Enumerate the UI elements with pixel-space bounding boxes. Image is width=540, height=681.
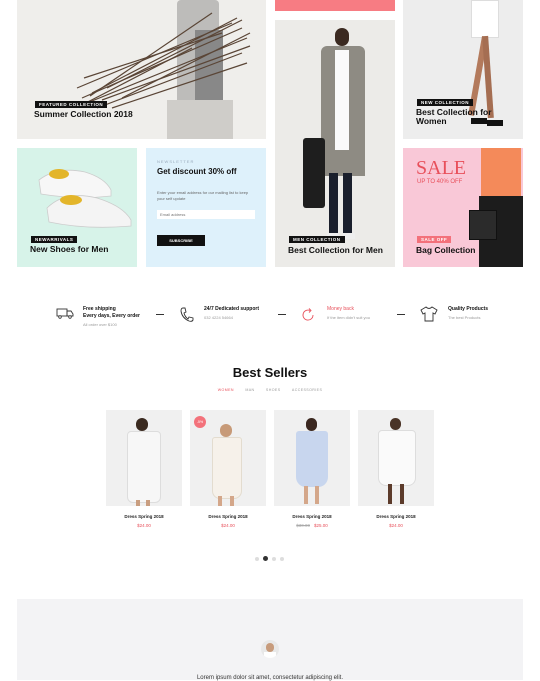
feature-quality-sub: The best Products — [448, 314, 481, 320]
feature-quality: Quality Products The best Products — [420, 304, 510, 330]
newsletter-tile: Newsletter Get discount 30% off Enter yo… — [146, 148, 266, 267]
truck-icon — [56, 308, 74, 319]
refresh-icon — [302, 308, 314, 321]
product-card[interactable]: Dress Spring 2018 $24.00 — [106, 410, 182, 536]
product-image[interactable] — [358, 410, 434, 506]
feature-money-back: Money back If the item didn't suit you — [300, 304, 390, 330]
new-arrivals-title[interactable]: New Shoes for Men — [30, 244, 108, 254]
product-name[interactable]: Dress Spring 2018 — [274, 514, 350, 519]
avatar — [261, 640, 279, 658]
featured-title[interactable]: Summer Collection 2018 — [34, 109, 133, 119]
women-collection-tile[interactable]: New Collection Best Collection for Women — [403, 0, 523, 139]
product-price: $24.00 — [389, 523, 403, 528]
product-image[interactable] — [274, 410, 350, 506]
feature-separator — [156, 314, 164, 315]
feature-separator — [397, 314, 405, 315]
product-image[interactable] — [106, 410, 182, 506]
tab-accessories[interactable]: ACCESSORIES — [292, 388, 322, 392]
subscribe-button[interactable]: Subscribe — [157, 235, 205, 246]
testimonial-text: Lorem ipsum dolor sit amet, consectetur … — [196, 675, 344, 681]
new-arrivals-badge: Newarrivals — [31, 236, 78, 243]
feature-support-title: 24/7 Dedicated support — [204, 306, 260, 312]
men-title[interactable]: Best Collection for Men — [288, 245, 383, 255]
bestsellers-tabs: WOMEN MAN SHOES ACCESSORIES — [0, 388, 540, 392]
featured-badge: Featured Collection — [35, 101, 108, 108]
discount-badge: -5% — [194, 416, 206, 428]
feature-shipping: Free shipping Every days, Every order Al… — [56, 304, 146, 330]
carousel-dots — [255, 556, 287, 562]
product-card[interactable]: Dress Spring 2018 $30.00 $25.00 — [274, 410, 350, 536]
product-name[interactable]: Dress Spring 2018 — [190, 514, 266, 519]
product-price: $24.00 — [221, 523, 235, 528]
feature-shipping-sub: All order over $100 — [83, 321, 117, 327]
feature-money-back-title: Money back — [327, 306, 354, 312]
sneakers-image — [38, 169, 132, 228]
sale-heading: SALE — [416, 157, 466, 179]
bag-title[interactable]: Bag Collection — [416, 245, 476, 255]
product-name[interactable]: Dress Spring 2018 — [106, 514, 182, 519]
product-card[interactable]: Dress Spring 2018 $24.00 — [358, 410, 434, 536]
carousel-dot[interactable] — [255, 557, 259, 561]
branches-image — [76, 12, 251, 109]
newsletter-kicker: Newsletter — [157, 159, 195, 164]
email-input[interactable] — [157, 210, 255, 219]
carousel-dot[interactable] — [280, 557, 284, 561]
product-price: $24.00 — [137, 523, 151, 528]
feature-support: 24/7 Dedicated support 032 4224 54664 — [180, 304, 270, 330]
shirt-icon — [420, 306, 438, 322]
new-shoes-tile[interactable]: Newarrivals New Shoes for Men — [17, 148, 137, 267]
women-title[interactable]: Best Collection for Women — [416, 107, 496, 127]
tab-man[interactable]: MAN — [245, 388, 254, 392]
feature-separator — [278, 314, 286, 315]
top-banner-strip[interactable] — [275, 0, 395, 11]
product-old-price: $30.00 — [296, 523, 310, 528]
testimonial-section: Lorem ipsum dolor sit amet, consectetur … — [17, 599, 523, 681]
feature-support-sub: 032 4224 54664 — [204, 314, 233, 320]
bag-model-image — [469, 148, 523, 267]
product-card[interactable]: -5% Dress Spring 2018 $24.00 — [190, 410, 266, 536]
carousel-dot-active[interactable] — [263, 556, 268, 561]
feature-shipping-title: Free shipping Every days, Every order — [83, 306, 140, 319]
phone-icon — [180, 307, 194, 322]
sale-badge: Sale Off — [417, 236, 452, 243]
bag-collection-tile[interactable]: SALE UP TO 40% OFF Sale Off Bag Collecti… — [403, 148, 523, 267]
women-badge: New Collection — [417, 99, 473, 106]
product-price: $30.00 $25.00 — [296, 523, 328, 528]
sale-subheading: UP TO 40% OFF — [417, 179, 463, 185]
men-collection-tile[interactable]: Men Collection Best Collection for Men — [275, 20, 395, 267]
carousel-dot[interactable] — [272, 557, 276, 561]
newsletter-text: Enter your email address for our mailing… — [157, 190, 249, 201]
feature-quality-title: Quality Products — [448, 306, 489, 312]
tab-shoes[interactable]: SHOES — [266, 388, 281, 392]
tab-women[interactable]: WOMEN — [218, 388, 234, 392]
men-model-image — [303, 28, 383, 243]
product-name[interactable]: Dress Spring 2018 — [358, 514, 434, 519]
featured-collection-tile[interactable]: Featured Collection Summer Collection 20… — [17, 0, 266, 139]
men-badge: Men Collection — [289, 236, 345, 243]
bestsellers-title: Best Sellers — [232, 365, 308, 380]
feature-money-back-sub: If the item didn't suit you — [327, 314, 371, 320]
newsletter-title: Get discount 30% off — [157, 167, 237, 176]
